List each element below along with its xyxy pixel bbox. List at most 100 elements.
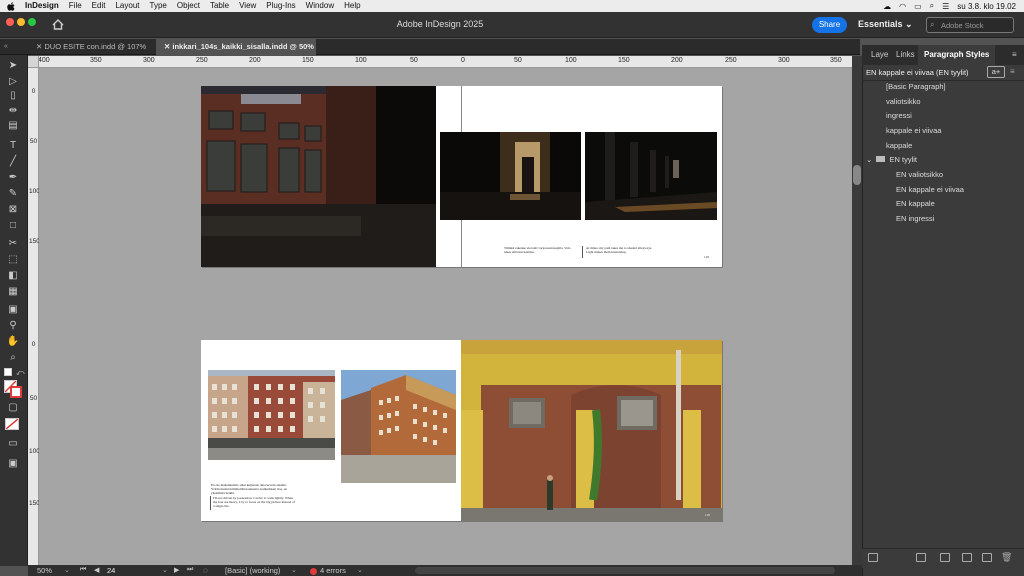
vertical-ruler[interactable]: 0 50 100 150 0 50 100 150: [28, 68, 40, 565]
type-tool-icon[interactable]: T: [6, 140, 20, 152]
style-en-valiotsikko[interactable]: EN valiotsikko: [896, 168, 943, 183]
style-en-kappale[interactable]: EN kappale: [896, 197, 935, 212]
apply-none-icon[interactable]: [5, 418, 19, 430]
scrollbar-thumb[interactable]: [853, 165, 861, 185]
preview-mode-icon[interactable]: ▭: [6, 438, 20, 450]
options-icon[interactable]: ≡: [1010, 67, 1015, 76]
style-valiotsikko[interactable]: valiotsikko: [886, 95, 921, 110]
line-tool-icon[interactable]: ╱: [6, 156, 20, 168]
control-center-icon[interactable]: ☰: [942, 2, 949, 11]
rectangle-tool-icon[interactable]: □: [6, 220, 20, 232]
style-en-kappale-ei-viivaa[interactable]: EN kappale ei viivaa: [896, 183, 964, 198]
clock[interactable]: su 3.8. klo 19.02: [957, 2, 1016, 11]
pen-tool-icon[interactable]: ✒: [6, 172, 20, 184]
caption-fi[interactable]: En ole maksimalisti, siksi kuljetaan ain…: [211, 483, 295, 496]
colonnade-photo[interactable]: [585, 132, 717, 220]
vertical-scrollbar[interactable]: [852, 56, 862, 566]
tab-layers[interactable]: Laye: [871, 45, 888, 65]
adobe-stock-search[interactable]: Adobe Stock: [926, 17, 1014, 33]
minimize-window-button[interactable]: [17, 18, 25, 26]
menu-help[interactable]: Help: [339, 0, 365, 12]
note-tool-icon[interactable]: ▣: [6, 304, 20, 316]
caption-en[interactable]: At times, my path takes me to shaded all…: [586, 246, 658, 254]
home-icon[interactable]: [52, 19, 64, 30]
panel-menu-icon[interactable]: ≡: [1012, 50, 1017, 59]
horizontal-scrollbar[interactable]: [415, 567, 835, 574]
yellow-building-photo[interactable]: [461, 340, 722, 521]
caption-en[interactable]: I'm not driven by possession. I strive t…: [213, 496, 297, 509]
page-field[interactable]: 24: [107, 566, 115, 575]
archway-photo[interactable]: [440, 132, 581, 220]
style-basic-paragraph[interactable]: [Basic Paragraph]: [886, 80, 946, 95]
tab-inkkari[interactable]: ✕ inkkari_104s_kaikki_sisalla.indd @ 50%: [156, 39, 316, 55]
style-options-icon[interactable]: [962, 553, 972, 562]
preflight-errors[interactable]: 4 errors: [320, 566, 346, 575]
menu-table[interactable]: Table: [205, 0, 234, 12]
page-tool-icon[interactable]: ▯: [6, 90, 20, 102]
menu-view[interactable]: View: [234, 0, 261, 12]
stroke-swatch[interactable]: [10, 386, 22, 398]
hand-tool-icon[interactable]: ✋: [6, 336, 20, 348]
selection-tool-icon[interactable]: ➤: [6, 60, 20, 72]
zoom-window-button[interactable]: [28, 18, 36, 26]
collapse-panel-icon[interactable]: «: [4, 43, 8, 50]
pencil-tool-icon[interactable]: ✎: [6, 188, 20, 200]
creative-cloud-icon[interactable]: ☁: [883, 2, 891, 11]
chevron-down-icon[interactable]: ⌄: [357, 566, 363, 574]
preflight-profile[interactable]: [Basic] (working): [225, 566, 280, 575]
menu-window[interactable]: Window: [301, 0, 339, 12]
apple-icon[interactable]: [6, 1, 16, 11]
previous-page-icon[interactable]: ◀: [94, 566, 99, 574]
content-collector-icon[interactable]: ▤: [6, 120, 20, 132]
menu-type[interactable]: Type: [145, 0, 172, 12]
default-colors-icon[interactable]: [4, 368, 12, 376]
clear-overrides-icon[interactable]: [940, 553, 950, 562]
tab-links[interactable]: Links: [896, 45, 915, 65]
menu-plugins[interactable]: Plug-Ins: [261, 0, 300, 12]
style-en-ingressi[interactable]: EN ingressi: [896, 212, 934, 227]
close-window-button[interactable]: [6, 18, 14, 26]
chevron-down-icon[interactable]: ⌄: [866, 155, 872, 164]
caption-fi[interactable]: Tiiliskä rakenne vieroitti varjossaan ku…: [504, 246, 578, 254]
screen-mode-icon[interactable]: ▣: [6, 458, 20, 470]
swap-colors-icon[interactable]: ⤺: [16, 368, 25, 378]
zoom-level[interactable]: 50%: [37, 566, 52, 575]
menu-edit[interactable]: Edit: [87, 0, 111, 12]
menu-file[interactable]: File: [64, 0, 87, 12]
gradient-feather-tool-icon[interactable]: ▦: [6, 286, 20, 298]
close-tab-icon[interactable]: ✕: [164, 42, 170, 51]
rectangle-frame-tool-icon[interactable]: ⊠: [6, 204, 20, 216]
free-transform-tool-icon[interactable]: ⬚: [6, 254, 20, 266]
chevron-down-icon[interactable]: ⌄: [291, 566, 297, 574]
workspace-switcher[interactable]: Essentials ⌄: [858, 19, 913, 30]
new-style-icon[interactable]: [982, 553, 992, 562]
new-group-icon[interactable]: [916, 553, 926, 562]
tab-duo-esite[interactable]: ✕ DUO ESITE con.indd @ 107%: [28, 39, 156, 55]
next-page-icon[interactable]: ▶: [174, 566, 179, 574]
style-kappale[interactable]: kappale: [886, 139, 912, 154]
search-icon[interactable]: ⌕: [930, 1, 934, 11]
chevron-down-icon[interactable]: ⌄: [162, 566, 168, 574]
first-page-icon[interactable]: ⏮: [80, 566, 86, 574]
gradient-swatch-tool-icon[interactable]: ◧: [6, 270, 20, 282]
gap-tool-icon[interactable]: ⇹: [6, 105, 20, 117]
direct-selection-tool-icon[interactable]: ▷: [6, 76, 20, 88]
zoom-tool-icon[interactable]: ⌕: [6, 352, 20, 364]
scissors-tool-icon[interactable]: ✂: [6, 238, 20, 250]
share-button[interactable]: Share: [812, 17, 847, 33]
formatting-affects-container-icon[interactable]: ▢: [6, 402, 20, 414]
battery-icon[interactable]: ▭: [914, 2, 922, 11]
eyedropper-tool-icon[interactable]: ⚲: [6, 320, 20, 332]
menu-app-name[interactable]: InDesign: [20, 0, 64, 12]
ruler-origin[interactable]: [28, 56, 39, 68]
menu-object[interactable]: Object: [172, 0, 205, 12]
horizontal-ruler[interactable]: 400 350 300 250 200 150 100 50 0 50 100 …: [28, 56, 852, 68]
last-page-icon[interactable]: ⏭: [187, 566, 193, 574]
menu-layout[interactable]: Layout: [110, 0, 144, 12]
delete-style-icon[interactable]: 🗑: [1001, 552, 1012, 563]
create-style-icon[interactable]: a+: [987, 66, 1005, 78]
style-ingressi[interactable]: ingressi: [886, 109, 912, 124]
wifi-icon[interactable]: ◠: [899, 2, 906, 11]
tab-paragraph-styles[interactable]: Paragraph Styles: [918, 45, 996, 65]
chevron-down-icon[interactable]: ⌄: [64, 566, 70, 574]
